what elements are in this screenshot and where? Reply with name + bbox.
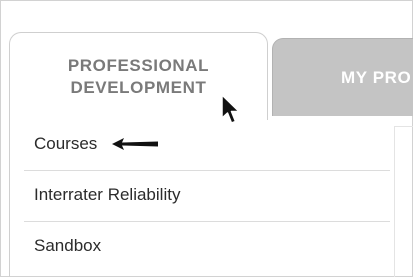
menu-item-label: Interrater Reliability (34, 185, 181, 204)
menu-item-label: Courses (34, 134, 98, 153)
menu-item-label: Sandbox (34, 236, 102, 255)
content-border (9, 119, 10, 277)
content-panel-edge (394, 126, 413, 277)
mouse-pointer-icon (221, 94, 240, 124)
tab-label: MY PRO (341, 68, 412, 87)
menu-item-sandbox[interactable]: Sandbox (24, 222, 390, 273)
left-arrow-icon (112, 138, 158, 150)
menu-item-interrater-reliability[interactable]: Interrater Reliability (24, 171, 390, 222)
menu-item-courses[interactable]: Courses (24, 120, 390, 171)
tab-label: PROFESSIONAL DEVELOPMENT (67, 56, 210, 97)
tab-my-profile[interactable]: MY PRO (272, 38, 413, 116)
submenu-list: Courses Interrater Reliability Sandbox (24, 120, 390, 273)
